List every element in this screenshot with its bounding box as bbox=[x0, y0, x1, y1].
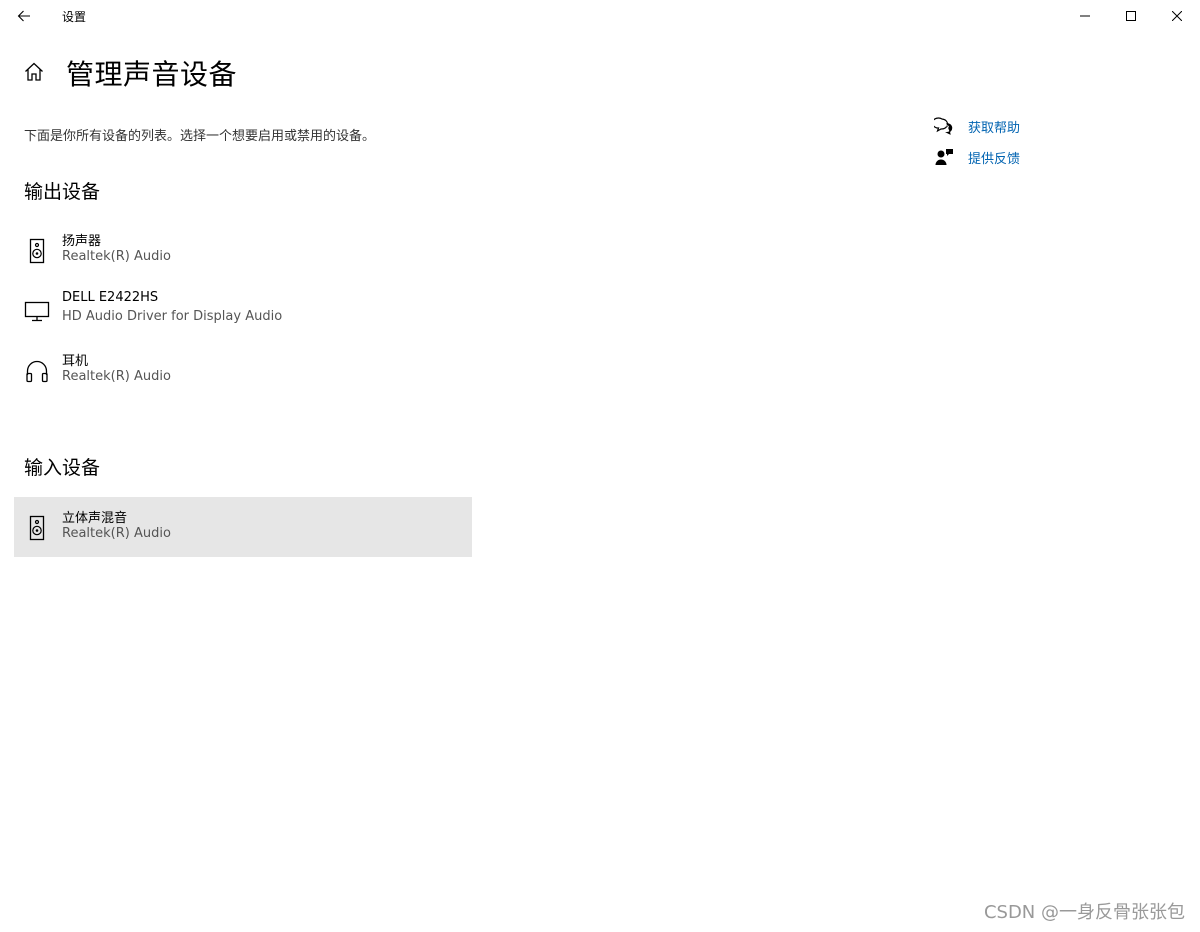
monitor-icon bbox=[24, 301, 50, 322]
device-name: 扬声器 bbox=[62, 234, 102, 249]
give-feedback-link[interactable]: 提供反馈 bbox=[934, 146, 1020, 168]
maximize-icon bbox=[1126, 11, 1136, 21]
get-help-label: 获取帮助 bbox=[968, 120, 1021, 136]
maximize-button[interactable] bbox=[1108, 0, 1154, 32]
device-name: 立体声混音 bbox=[62, 511, 128, 526]
device-driver: Realtek(R) Audio bbox=[62, 249, 171, 264]
headphones-icon bbox=[26, 360, 48, 383]
home-button[interactable] bbox=[22, 60, 46, 84]
title-bar: 设置 bbox=[0, 0, 1200, 32]
back-button[interactable] bbox=[8, 2, 40, 30]
page-title: 管理声音设备 bbox=[66, 58, 238, 91]
input-device-stereo-mix[interactable]: 立体声混音 Realtek(R) Audio bbox=[14, 497, 472, 557]
get-help-link[interactable]: ? 获取帮助 bbox=[934, 115, 1020, 137]
give-feedback-label: 提供反馈 bbox=[968, 151, 1021, 167]
window-title: 设置 bbox=[62, 10, 87, 24]
back-arrow-icon bbox=[17, 10, 30, 22]
output-device-headphones[interactable]: 耳机 Realtek(R) Audio bbox=[14, 340, 472, 400]
minimize-button[interactable] bbox=[1062, 0, 1108, 32]
device-name: 耳机 bbox=[62, 354, 89, 369]
output-devices-heading: 输出设备 bbox=[24, 181, 101, 203]
close-button[interactable] bbox=[1154, 0, 1200, 32]
device-name: DELL E2422HS bbox=[62, 290, 159, 305]
input-devices-heading: 输入设备 bbox=[24, 457, 101, 479]
speaker-icon bbox=[29, 238, 45, 264]
output-device-speaker[interactable]: 扬声器 Realtek(R) Audio bbox=[14, 220, 472, 280]
device-driver: Realtek(R) Audio bbox=[62, 526, 171, 541]
help-chat-icon: ? bbox=[934, 117, 953, 135]
watermark: CSDN @一身反骨张张包 bbox=[983, 902, 1185, 923]
home-icon bbox=[25, 62, 43, 81]
device-driver: HD Audio Driver for Display Audio bbox=[62, 309, 283, 324]
page-description: 下面是你所有设备的列表。选择一个想要启用或禁用的设备。 bbox=[24, 129, 376, 144]
feedback-icon bbox=[935, 149, 953, 165]
output-device-dell-monitor[interactable]: DELL E2422HS HD Audio Driver for Display… bbox=[14, 280, 472, 340]
device-driver: Realtek(R) Audio bbox=[62, 369, 171, 384]
minimize-icon bbox=[1080, 15, 1090, 17]
svg-text:?: ? bbox=[946, 125, 950, 133]
close-icon bbox=[1172, 11, 1182, 21]
speaker-icon bbox=[29, 515, 45, 541]
